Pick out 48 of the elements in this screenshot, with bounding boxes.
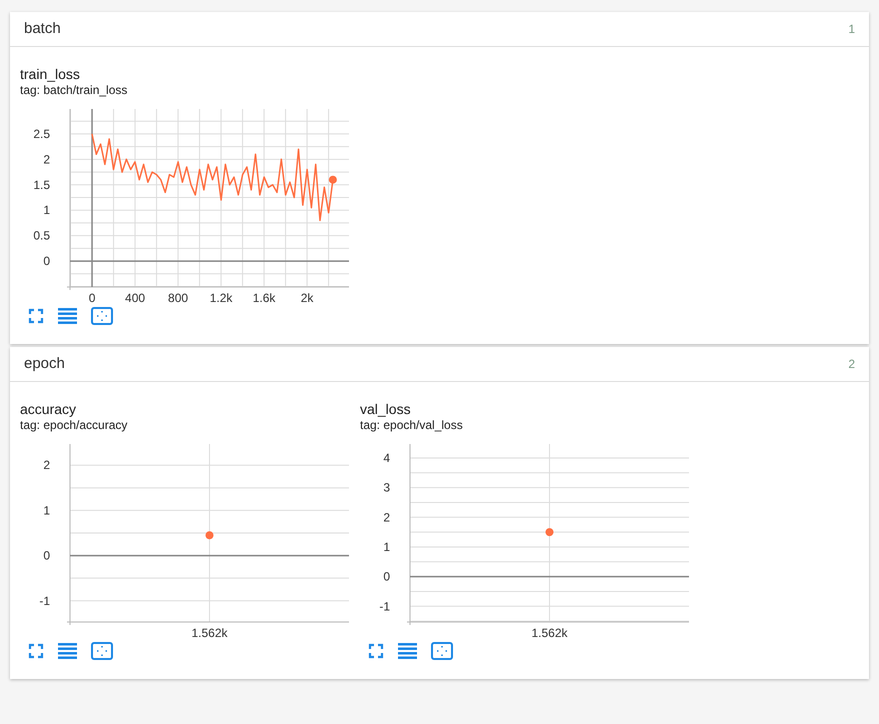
x-tick-label: 800 [168,291,188,305]
x-tick-label: 2k [300,291,314,305]
x-tick-label: 1.562k [191,626,228,640]
fit-domain-icon[interactable] [431,642,453,660]
data-point [328,176,337,184]
y-tick-label: 1 [383,540,390,554]
x-tick-label: 1.6k [252,291,276,305]
x-tick-label: 400 [125,291,146,305]
y-tick-label: 0 [383,570,390,584]
chart-tag: tag: epoch/accuracy [10,418,350,433]
expand-icon[interactable] [368,643,384,659]
expand-icon[interactable] [28,308,44,324]
y-tick-label: -1 [39,594,50,608]
section-header[interactable]: epoch 2 [10,347,869,382]
chart-tag: tag: epoch/val_loss [350,418,690,433]
chart-title: accuracy [19,401,78,418]
lines-icon[interactable] [398,643,417,659]
y-tick-label: 2.5 [33,126,50,141]
x-tick-label: 1.2k [210,291,232,305]
lines-icon[interactable] [58,308,77,324]
tag-count: 1 [848,21,855,38]
y-tick-label: 1 [43,203,50,218]
section-header[interactable]: batch 1 [10,12,869,47]
y-tick-label: 3 [383,480,390,495]
y-tick-label: 2 [43,152,50,166]
data-point [546,528,554,536]
y-tick-label: 0 [43,254,50,268]
y-tick-label: 0.5 [33,228,50,243]
fit-domain-icon[interactable] [91,307,113,325]
y-tick-label: 1 [43,503,50,518]
y-tick-label: 1.5 [33,178,50,192]
y-tick-label: 4 [383,450,390,465]
chart-title: val_loss [359,401,412,418]
y-tick-label: 2 [43,458,50,472]
y-tick-label: 2 [383,510,390,524]
section-title: batch [24,18,61,39]
y-tick-label: -1 [379,599,390,614]
tag-count: 2 [848,356,855,373]
x-tick-label: 0 [88,291,96,305]
section-title: epoch [24,354,65,374]
y-tick-label: 0 [43,548,50,563]
chart-tag: tag: batch/train_loss [10,83,350,98]
lines-icon[interactable] [58,643,77,659]
data-point [206,531,214,540]
chart-title: train_loss [19,66,81,83]
expand-icon[interactable] [28,643,44,659]
x-tick-label: 1.562k [531,626,568,640]
fit-domain-icon[interactable] [91,642,113,660]
